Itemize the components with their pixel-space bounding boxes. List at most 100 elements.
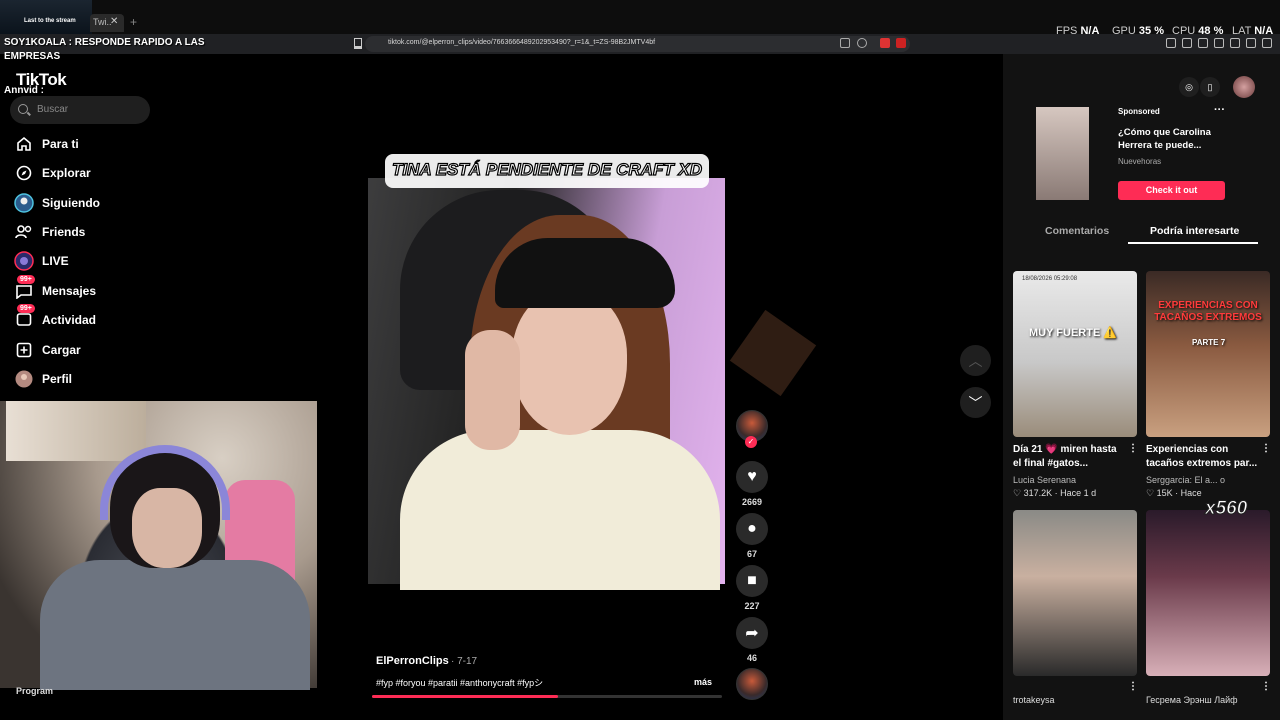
card-1-timestamp: 18/08/2026 05:29:08 (1022, 276, 1078, 282)
url-text[interactable]: tiktok.com/@elperron_clips/video/7663666… (388, 39, 655, 46)
extension-alert-icon[interactable] (896, 38, 906, 48)
recommended-video-1[interactable] (1013, 271, 1137, 437)
video-date: · 7-17 (451, 656, 478, 667)
sidebar-icon[interactable] (1198, 38, 1208, 48)
video-progress-bar[interactable] (372, 695, 722, 698)
friends-icon (14, 222, 34, 242)
card-1-title[interactable]: Día 21 💗 miren hasta el final #gatos... (1013, 443, 1125, 471)
download-icon[interactable] (1214, 38, 1224, 48)
device-icon[interactable]: ▯ (1200, 77, 1220, 97)
messages-badge: 99+ (17, 275, 35, 284)
sidebar-item-cargar[interactable]: Cargar (14, 339, 164, 361)
search-input[interactable] (10, 96, 150, 124)
share-icon: ➦ (745, 625, 759, 642)
card-2-author[interactable]: Serggarcia: El a... o (1146, 475, 1225, 485)
card-2-title[interactable]: Experiencias con tacaños extremos par... (1146, 443, 1258, 471)
ad-sponsored-label: Sponsored (1118, 107, 1160, 116)
sidebar-item-siguiendo[interactable]: Siguiendo (14, 192, 164, 214)
sidebar-item-friends[interactable]: Friends (14, 221, 164, 243)
comment-button[interactable]: ● (736, 513, 768, 545)
zoom-icon[interactable] (857, 38, 867, 48)
sound-avatar[interactable] (736, 668, 768, 700)
chat-message-1: SOY1KOALA : RESPONDE RAPIDO A LAS (4, 37, 205, 48)
card-1-meta: ♡ 317.2K · Hace 1 d (1013, 488, 1097, 498)
sidebar-item-explorar[interactable]: Explorar (14, 162, 164, 184)
stream-multiplier-badge: x560 (1204, 498, 1248, 520)
recommended-video-3[interactable] (1013, 510, 1137, 676)
menu-icon[interactable] (1262, 38, 1272, 48)
program-label: Program (16, 686, 54, 696)
tab-close-icon[interactable]: ✕ (110, 16, 118, 27)
sidebar-item-actividad[interactable]: 99+ Actividad (14, 304, 164, 331)
live-icon (14, 251, 34, 271)
coin-icon[interactable]: ◎ (1179, 77, 1199, 97)
settings-icon[interactable] (1246, 38, 1256, 48)
translate-icon[interactable] (840, 38, 850, 48)
more-link[interactable]: más (694, 677, 712, 687)
sidebar-item-perfil[interactable]: Perfil (14, 368, 164, 390)
browser-tab[interactable]: Twi.. (90, 14, 124, 32)
following-icon (14, 193, 34, 213)
card-3-menu-icon[interactable]: ⋮ (1128, 681, 1138, 692)
search-placeholder: Buscar (37, 104, 69, 115)
shield-icon[interactable] (1230, 38, 1240, 48)
video-hand (465, 330, 520, 450)
card-2-meta: ♡ 15K · Hace (1146, 488, 1202, 498)
card-2-menu-icon[interactable]: ⋮ (1261, 443, 1271, 454)
extension-icon[interactable] (1166, 38, 1176, 48)
tiktok-logo[interactable]: TikTok (16, 70, 67, 90)
chevron-down-icon: ﹀ (968, 394, 983, 411)
chevron-up-icon: ︿ (968, 352, 983, 369)
card-1-menu-icon[interactable]: ⋮ (1128, 443, 1138, 454)
card-2-overlay: EXPERIENCIAS CON TACAÑOS EXTREMOS (1154, 300, 1262, 323)
video-caption: TINA ESTÁ PENDIENTE DE CRAFT XD (391, 159, 703, 179)
ad-thumbnail[interactable] (1036, 107, 1089, 200)
ad-more-icon[interactable]: ··· (1214, 104, 1225, 116)
webcam-window-light (6, 401, 146, 461)
sidebar-item-live[interactable]: LIVE (14, 250, 164, 272)
card-2-overlay-sub: PARTE 7 (1192, 338, 1226, 347)
video-face (512, 290, 627, 435)
tab-podria-interesarte[interactable]: Podría interesarte (1150, 225, 1239, 237)
user-avatar[interactable] (1233, 76, 1255, 98)
card-4-menu-icon[interactable]: ⋮ (1261, 681, 1271, 692)
card-3-author[interactable]: trotakeysa (1013, 695, 1055, 705)
upload-icon (14, 340, 34, 360)
sidebar-item-para-ti[interactable]: Para ti (14, 133, 164, 155)
video-author[interactable]: ElPerronClips (376, 655, 449, 667)
sidebar-item-mensajes[interactable]: 99+ Mensajes (14, 275, 164, 302)
heart-icon: ♥ (747, 468, 757, 485)
comment-count: 67 (746, 549, 757, 559)
bookmark-icon[interactable] (354, 38, 362, 49)
webcam-sweater (40, 560, 310, 690)
search-icon (18, 104, 28, 114)
save-count: 227 (744, 601, 760, 611)
bookmark-fill-icon: ■ (747, 572, 757, 589)
next-video-button[interactable]: ﹀ (960, 387, 991, 418)
follow-button[interactable]: ✓ (745, 436, 757, 448)
share-count: 46 (746, 653, 757, 663)
tab-comentarios[interactable]: Comentarios (1045, 225, 1109, 237)
comment-icon: ● (747, 520, 757, 537)
card-4-author[interactable]: Гесрема Эрэнш Лайф (1146, 695, 1238, 705)
new-tab-button[interactable]: + (130, 15, 137, 29)
extension-shield-icon[interactable] (880, 38, 890, 48)
share-button[interactable]: ➦ (736, 617, 768, 649)
home-icon (14, 134, 34, 154)
video-hashtags[interactable]: #fyp #foryou #paratii #anthonycraft #fyp… (376, 676, 543, 689)
save-button[interactable]: ■ (736, 565, 768, 597)
reading-list-icon[interactable] (1182, 38, 1192, 48)
recommended-video-4[interactable] (1146, 510, 1270, 676)
video-shirt (400, 430, 720, 590)
activity-badge: 99+ (17, 304, 35, 313)
recommended-video-2[interactable] (1146, 271, 1270, 437)
floating-sticker (729, 309, 817, 397)
chat-message-1-cont: EMPRESAS (4, 51, 61, 62)
ad-cta-button[interactable]: Check it out (1118, 181, 1225, 200)
previous-video-button[interactable]: ︿ (960, 345, 991, 376)
ad-title[interactable]: ¿Cómo que Carolina Herrera te puede... (1118, 126, 1218, 152)
like-button[interactable]: ♥ (736, 461, 768, 493)
messages-icon: 99+ (14, 275, 35, 301)
card-1-author[interactable]: Lucia Serenana (1013, 475, 1076, 485)
browser-toolbar-icons (1166, 38, 1272, 48)
